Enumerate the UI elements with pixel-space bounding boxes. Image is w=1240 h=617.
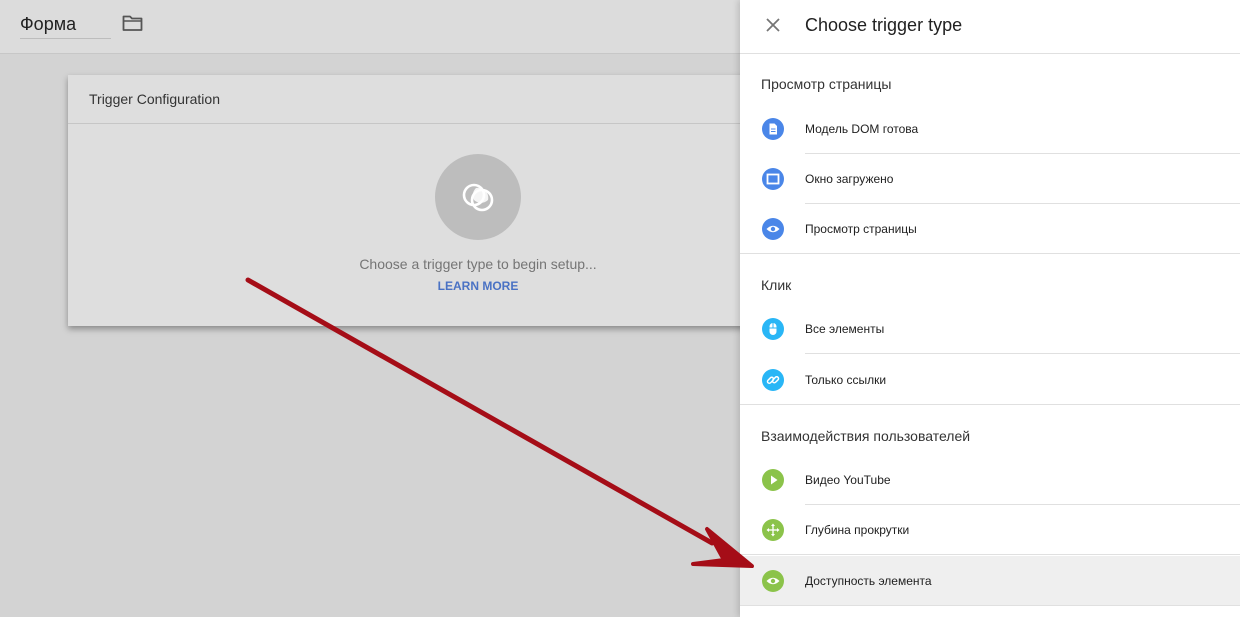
trigger-item-element-visibility[interactable]: Доступность элемента [740,556,1240,606]
trigger-item-label: Только ссылки [805,373,887,387]
eye-icon [762,218,784,240]
trigger-placeholder-icon[interactable] [435,154,521,240]
trigger-item-just-links[interactable]: Только ссылки [740,355,1240,405]
section-title-user-engagement: Взаимодействия пользователей [761,428,971,444]
trigger-item-label: Доступность элемента [805,574,932,588]
trigger-configuration-card[interactable]: Trigger Configuration Choose a trigger t… [68,75,768,326]
move-icon [762,519,784,541]
divider [740,554,1240,555]
trigger-item-all-elements[interactable]: Все элементы [740,304,1240,354]
trigger-item-label: Глубина прокрутки [805,523,910,537]
document-icon [762,118,784,140]
divider [805,353,1240,354]
card-header: Trigger Configuration [68,75,768,124]
trigger-item-label: Модель DOM готова [805,122,919,136]
trigger-item-label: Просмотр страницы [805,222,917,236]
section-title-page-view: Просмотр страницы [761,76,892,92]
panel-title: Choose trigger type [805,15,963,35]
trigger-item-page-view[interactable]: Просмотр страницы [740,204,1240,254]
top-bar: Форма [0,0,740,54]
trigger-item-window-loaded[interactable]: Окно загружено [740,154,1240,204]
trigger-item-label: Все элементы [805,322,885,336]
close-icon[interactable] [764,16,782,34]
divider [740,605,1240,606]
link-icon [762,369,784,391]
trigger-item-label: Окно загружено [805,172,894,186]
section-title-click: Клик [761,277,792,293]
mouse-icon [762,318,784,340]
trigger-item-dom-ready[interactable]: Модель DOM готова [740,104,1240,154]
window-icon [762,168,784,190]
divider [740,404,1240,405]
divider [740,253,1240,254]
trigger-item-youtube-video[interactable]: Видео YouTube [740,455,1240,505]
trigger-item-scroll-depth[interactable]: Глубина прокрутки [740,505,1240,555]
play-icon [762,469,784,491]
choose-trigger-panel: Choose trigger type Просмотр страницы Мо… [740,0,1240,617]
trigger-item-label: Видео YouTube [805,473,891,487]
folder-icon[interactable] [122,14,143,32]
panel-header: Choose trigger type [740,0,1240,54]
eye-icon [762,570,784,592]
workspace-name-field[interactable]: Форма [20,10,111,39]
